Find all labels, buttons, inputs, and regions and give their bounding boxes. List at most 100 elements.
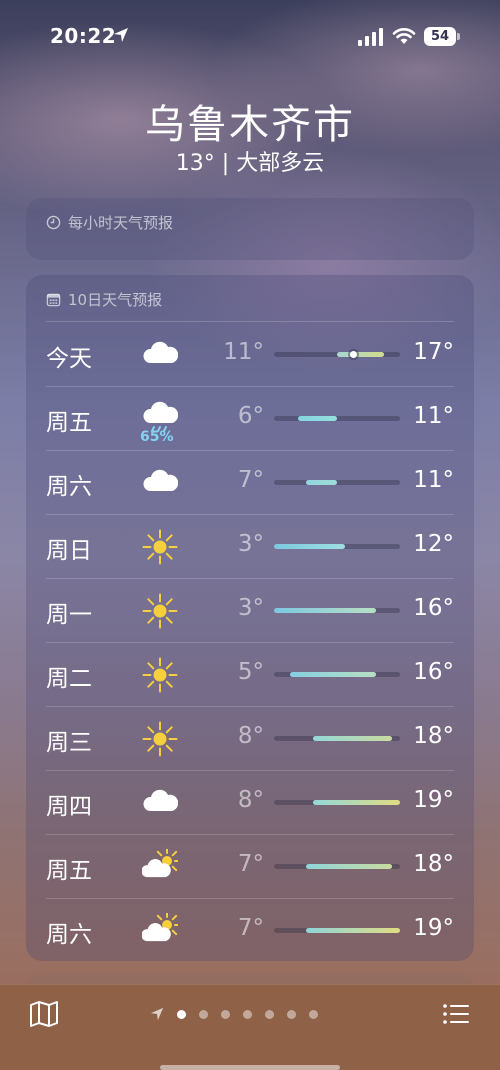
precipitation-chance: 65% [140, 429, 174, 445]
temperature-range-bar [274, 864, 400, 869]
cloud-icon [143, 469, 178, 491]
high-temp: 17° [413, 339, 454, 365]
temperature-range-fill [297, 416, 337, 421]
page-dot[interactable] [265, 1009, 274, 1019]
high-temp: 18° [413, 723, 454, 749]
page-dot[interactable] [287, 1009, 296, 1019]
day-label: 周六 [46, 474, 92, 500]
forecast-row[interactable]: 周三 8° 18° [46, 707, 454, 771]
hourly-forecast-card[interactable]: 每小时天气预报 [26, 198, 474, 260]
clock-icon [46, 215, 61, 230]
day-label: 周四 [46, 794, 92, 820]
high-temp: 16° [413, 595, 454, 621]
forecast-row[interactable]: 周四 8° 19° [46, 771, 454, 835]
wifi-icon [392, 28, 416, 44]
temperature-range-bar [274, 416, 400, 421]
low-temp: 6° [237, 403, 264, 429]
forecast-row[interactable]: 周五 65% 6° 11° [46, 387, 454, 451]
forecast-row[interactable]: 周五 7° 18° [46, 835, 454, 899]
forecast-row[interactable]: 今天 11° 17° [46, 323, 454, 387]
temperature-range-fill [305, 864, 393, 869]
cellular-signal-icon [358, 28, 383, 46]
low-temp: 11° [223, 339, 264, 365]
page-dot[interactable] [199, 1009, 208, 1019]
partly-sunny-icon [142, 913, 178, 942]
temperature-range-bar [274, 800, 400, 805]
temperature-range-bar [274, 736, 400, 741]
day-label: 周二 [46, 666, 92, 692]
list-icon[interactable] [440, 999, 472, 1029]
page-dot[interactable] [309, 1009, 318, 1019]
bottom-toolbar [0, 984, 500, 1070]
hourly-forecast-header: 每小时天气预报 [46, 212, 173, 233]
page-indicator[interactable] [150, 1005, 350, 1023]
temperature-range-bar [274, 351, 400, 358]
high-temp: 16° [413, 659, 454, 685]
day-label: 周一 [46, 602, 92, 628]
temperature-range-bar [274, 480, 400, 485]
map-icon[interactable] [28, 999, 60, 1029]
high-temp: 19° [413, 915, 454, 941]
low-temp: 7° [237, 467, 264, 493]
low-temp: 3° [237, 595, 264, 621]
sun-icon [142, 529, 178, 565]
temperature-range-bar [274, 928, 400, 933]
day-label: 周五 [46, 858, 92, 884]
low-temp: 5° [237, 659, 264, 685]
day-label: 今天 [46, 346, 92, 372]
ten-day-forecast-header: 10日天气预报 [46, 289, 162, 310]
temperature-range-fill [337, 352, 385, 357]
temperature-range-fill [305, 928, 400, 933]
day-label: 周日 [46, 538, 92, 564]
page-dot[interactable] [243, 1009, 252, 1019]
temperature-range-fill [313, 800, 400, 805]
temperature-range-fill [274, 544, 345, 549]
day-label: 周三 [46, 730, 92, 756]
day-label: 周五 [46, 410, 92, 436]
temperature-range-fill [289, 672, 377, 677]
high-temp: 18° [413, 851, 454, 877]
temperature-range-fill [274, 608, 377, 613]
status-bar: 20:22 54 [0, 0, 500, 74]
city-name: 乌鲁木齐市 [145, 102, 355, 148]
page-dot[interactable] [177, 1009, 186, 1019]
high-temp: 11° [413, 467, 454, 493]
temperature-range-fill [305, 480, 337, 485]
partly-sunny-icon [142, 849, 178, 878]
home-indicator [160, 1065, 340, 1070]
calendar-icon [46, 293, 61, 307]
sun-icon [142, 721, 178, 757]
forecast-row[interactable]: 周一 3° 16° [46, 579, 454, 643]
battery-tip [457, 33, 460, 40]
current-temp-dot [349, 351, 357, 358]
low-temp: 3° [237, 531, 264, 557]
low-temp: 7° [237, 915, 264, 941]
hourly-forecast-title: 每小时天气预报 [68, 214, 174, 232]
temperature-range-bar [274, 544, 400, 549]
forecast-row[interactable]: 周六 7° 19° [46, 899, 454, 963]
sun-icon [142, 657, 178, 693]
cloud-icon [143, 789, 178, 811]
low-temp: 7° [237, 851, 264, 877]
low-temp: 8° [237, 787, 264, 813]
temperature-range-fill [313, 736, 393, 741]
current-location-icon [150, 1007, 164, 1021]
location-arrow-icon [114, 28, 128, 42]
forecast-row[interactable]: 周日 3° 12° [46, 515, 454, 579]
battery-indicator: 54 [424, 27, 456, 46]
high-temp: 19° [413, 787, 454, 813]
forecast-row[interactable]: 周二 5° 16° [46, 643, 454, 707]
ten-day-forecast-card[interactable]: 10日天气预报 今天 11° 17° 周五 65% 6° 11° 周六 7° 11° 周日 3° 12… [26, 275, 474, 961]
weather-summary: 13° | 大部多云 [175, 151, 325, 176]
low-temp: 8° [237, 723, 264, 749]
ten-day-forecast-title: 10日天气预报 [68, 291, 163, 309]
page-dot[interactable] [221, 1009, 230, 1019]
divider [46, 321, 454, 322]
day-label: 周六 [46, 922, 92, 948]
high-temp: 12° [413, 531, 454, 557]
forecast-row[interactable]: 周六 7° 11° [46, 451, 454, 515]
status-time: 20:22 [50, 24, 117, 48]
high-temp: 11° [413, 403, 454, 429]
temperature-range-bar [274, 672, 400, 677]
cloud-icon [143, 341, 178, 363]
